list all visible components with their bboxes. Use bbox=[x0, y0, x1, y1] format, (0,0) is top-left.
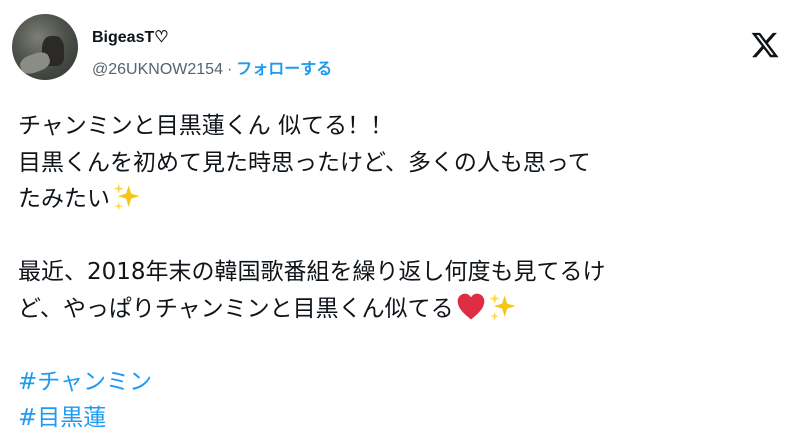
user-handle[interactable]: @26UKNOW2154 bbox=[92, 61, 223, 78]
display-name[interactable]: BigeasT♡ bbox=[92, 28, 169, 48]
follow-button[interactable]: フォローする bbox=[236, 61, 332, 78]
display-name-text: BigeasT♡ bbox=[92, 29, 169, 46]
tweet-line-text: ど、やっぱりチャンミンと目黒くん似てる bbox=[18, 295, 454, 322]
tweet-line-text: 最近、2018年末の韓国歌番組を繰り返し何度も見てるけ bbox=[18, 259, 606, 285]
tweet-card: BigeasT♡ @26UKNOW2154 · フォローする チャンミンと目黒蓮くん… bbox=[0, 0, 802, 444]
hashtag-link[interactable]: #チャンミン bbox=[18, 369, 152, 395]
tweet-line-text: 目黒くんを初めて見た時思ったけど、多くの人も思って bbox=[18, 149, 591, 176]
tweet-line-text: たみたい bbox=[18, 186, 110, 212]
avatar-detail bbox=[17, 49, 53, 77]
tweet-line: 最近、2018年末の韓国歌番組を繰り返し何度も見てるけ bbox=[18, 254, 788, 291]
avatar[interactable] bbox=[12, 14, 78, 80]
hashtag-link[interactable]: #目黒蓮 bbox=[18, 405, 106, 431]
tweet-line: ど、やっぱりチャンミンと目黒くん似てる bbox=[18, 291, 788, 328]
x-logo-icon[interactable] bbox=[750, 30, 780, 60]
handle-row: @26UKNOW2154 · フォローする bbox=[92, 60, 332, 80]
separator-dot: · bbox=[226, 61, 233, 78]
tweet-header: BigeasT♡ @26UKNOW2154 · フォローする bbox=[12, 12, 790, 80]
tweet-line: たみたい bbox=[18, 181, 788, 218]
hashtag-line: #チャンミン bbox=[18, 364, 788, 401]
tweet-line-text: チャンミンと目黒蓮くん 似てる！！ bbox=[18, 113, 394, 139]
hashtag-line: #目黒蓮 bbox=[18, 400, 788, 437]
tweet-text: チャンミンと目黒蓮くん 似てる！！ 目黒くんを初めて見た時思ったけど、多くの人も… bbox=[18, 108, 788, 437]
tweet-line: 目黒くんを初めて見た時思ったけど、多くの人も思って bbox=[18, 145, 788, 182]
tweet-line: チャンミンと目黒蓮くん 似てる！！ bbox=[18, 108, 788, 145]
red-heart-emoji-icon bbox=[457, 293, 484, 319]
sparkles-emoji-icon bbox=[489, 293, 516, 320]
sparkles-emoji-icon bbox=[113, 183, 140, 211]
